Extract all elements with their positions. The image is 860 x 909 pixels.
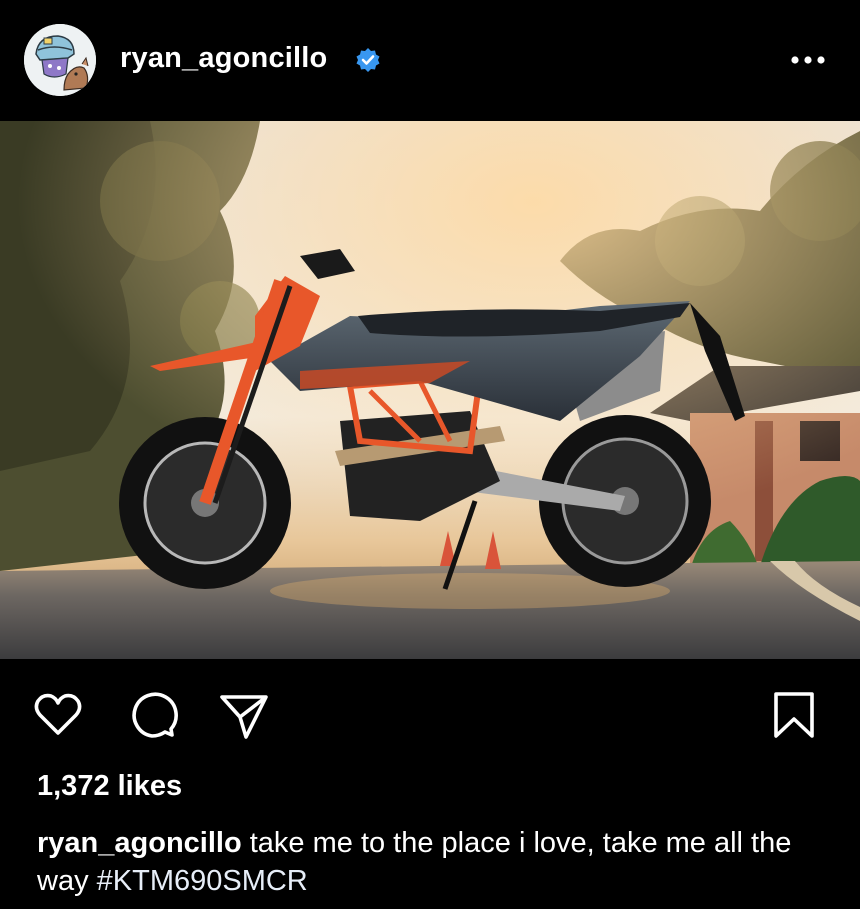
post-header: ryan_agoncillo: [0, 0, 860, 121]
bookmark-icon[interactable]: [768, 689, 820, 741]
post-photo[interactable]: [0, 121, 860, 659]
share-icon[interactable]: [218, 689, 270, 741]
more-options-icon[interactable]: [788, 48, 828, 72]
heart-icon[interactable]: [32, 689, 84, 741]
comment-icon[interactable]: [126, 689, 178, 741]
caption-hashtag[interactable]: #KTM690SMCR: [97, 865, 308, 897]
post-username[interactable]: ryan_agoncillo: [120, 42, 327, 75]
action-bar: [0, 659, 860, 759]
avatar[interactable]: [24, 24, 96, 96]
post-caption: ryan_agoncillo take me to the place i lo…: [37, 824, 827, 900]
verified-badge-icon: [356, 48, 380, 72]
caption-username[interactable]: ryan_agoncillo: [37, 827, 242, 859]
motorcycle-photo: [0, 121, 860, 659]
likes-count[interactable]: 1,372 likes: [37, 770, 182, 803]
avatar-illustration: [24, 24, 96, 96]
